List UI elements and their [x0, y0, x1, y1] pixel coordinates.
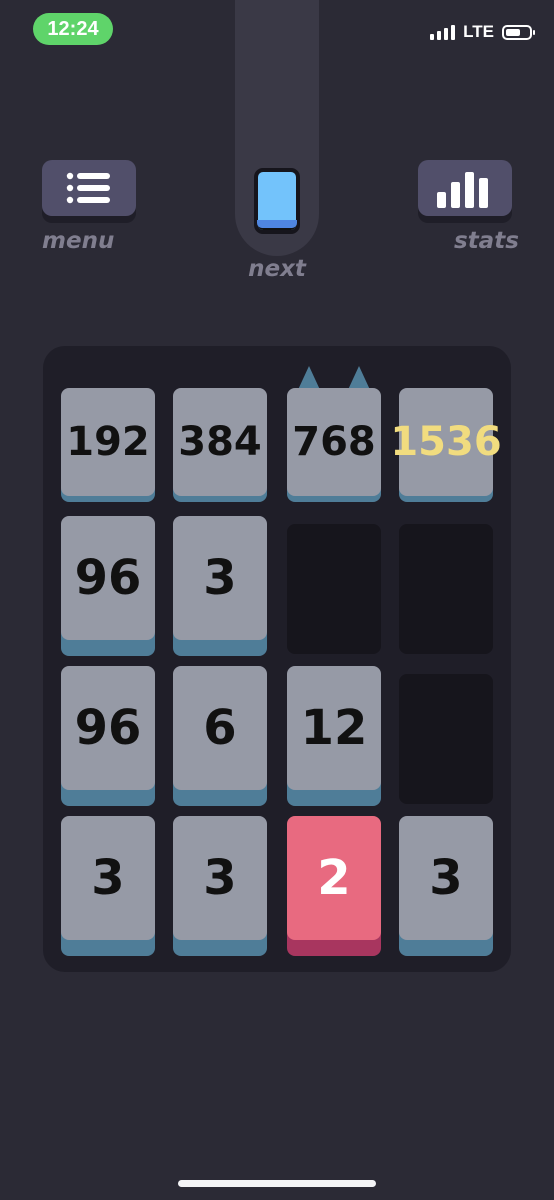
tile-r2-c1: 6 — [173, 666, 267, 806]
empty-slot — [399, 674, 493, 804]
tile-value: 3 — [61, 816, 155, 940]
empty-slot — [399, 524, 493, 654]
tile-value: 3 — [173, 516, 267, 640]
tile-r1-c0: 96 — [61, 516, 155, 656]
tile-r0-c0: 192 — [61, 366, 155, 506]
list-icon — [66, 172, 110, 204]
tile-value: 6 — [173, 666, 267, 790]
tile-r1-c1: 3 — [173, 516, 267, 656]
tile-value: 3 — [173, 816, 267, 940]
tile-value: 3 — [399, 816, 493, 940]
tile-r2-c2: 12 — [287, 666, 381, 806]
bar-chart-icon — [437, 172, 488, 208]
game-board[interactable]: 192 384 768 1536 96 3 96 6 12 3 3 2 3 — [43, 346, 511, 972]
stats-button[interactable] — [418, 160, 512, 216]
empty-slot — [287, 524, 381, 654]
menu-label: menu — [42, 228, 115, 254]
tile-value: 192 — [61, 388, 155, 496]
tile-value: 12 — [287, 666, 381, 790]
menu-button[interactable] — [42, 160, 136, 216]
tile-r0-c2: 768 — [287, 366, 381, 506]
tile-value: 96 — [61, 516, 155, 640]
signal-icon — [430, 24, 456, 40]
next-tile-preview — [254, 168, 300, 234]
tile-value: 1536 — [390, 388, 502, 496]
tile-value: 768 — [287, 388, 381, 496]
network-label: LTE — [463, 22, 494, 41]
tile-value: 384 — [173, 388, 267, 496]
next-label: next — [248, 256, 306, 282]
tile-value: 96 — [61, 666, 155, 790]
tile-r3-c1: 3 — [173, 816, 267, 956]
tile-value: 2 — [287, 816, 381, 940]
status-icons: LTE — [430, 22, 535, 42]
tile-r3-c2: 2 — [287, 816, 381, 956]
tile-r3-c0: 3 — [61, 816, 155, 956]
tile-r3-c3: 3 — [399, 816, 493, 956]
battery-icon — [502, 24, 535, 40]
status-time: 12:24 — [33, 13, 113, 45]
home-indicator[interactable] — [178, 1180, 376, 1187]
tile-r0-c3: 1536 — [390, 366, 502, 506]
tile-r2-c0: 96 — [61, 666, 155, 806]
tile-r0-c1: 384 — [173, 366, 267, 506]
stats-label: stats — [454, 228, 519, 254]
